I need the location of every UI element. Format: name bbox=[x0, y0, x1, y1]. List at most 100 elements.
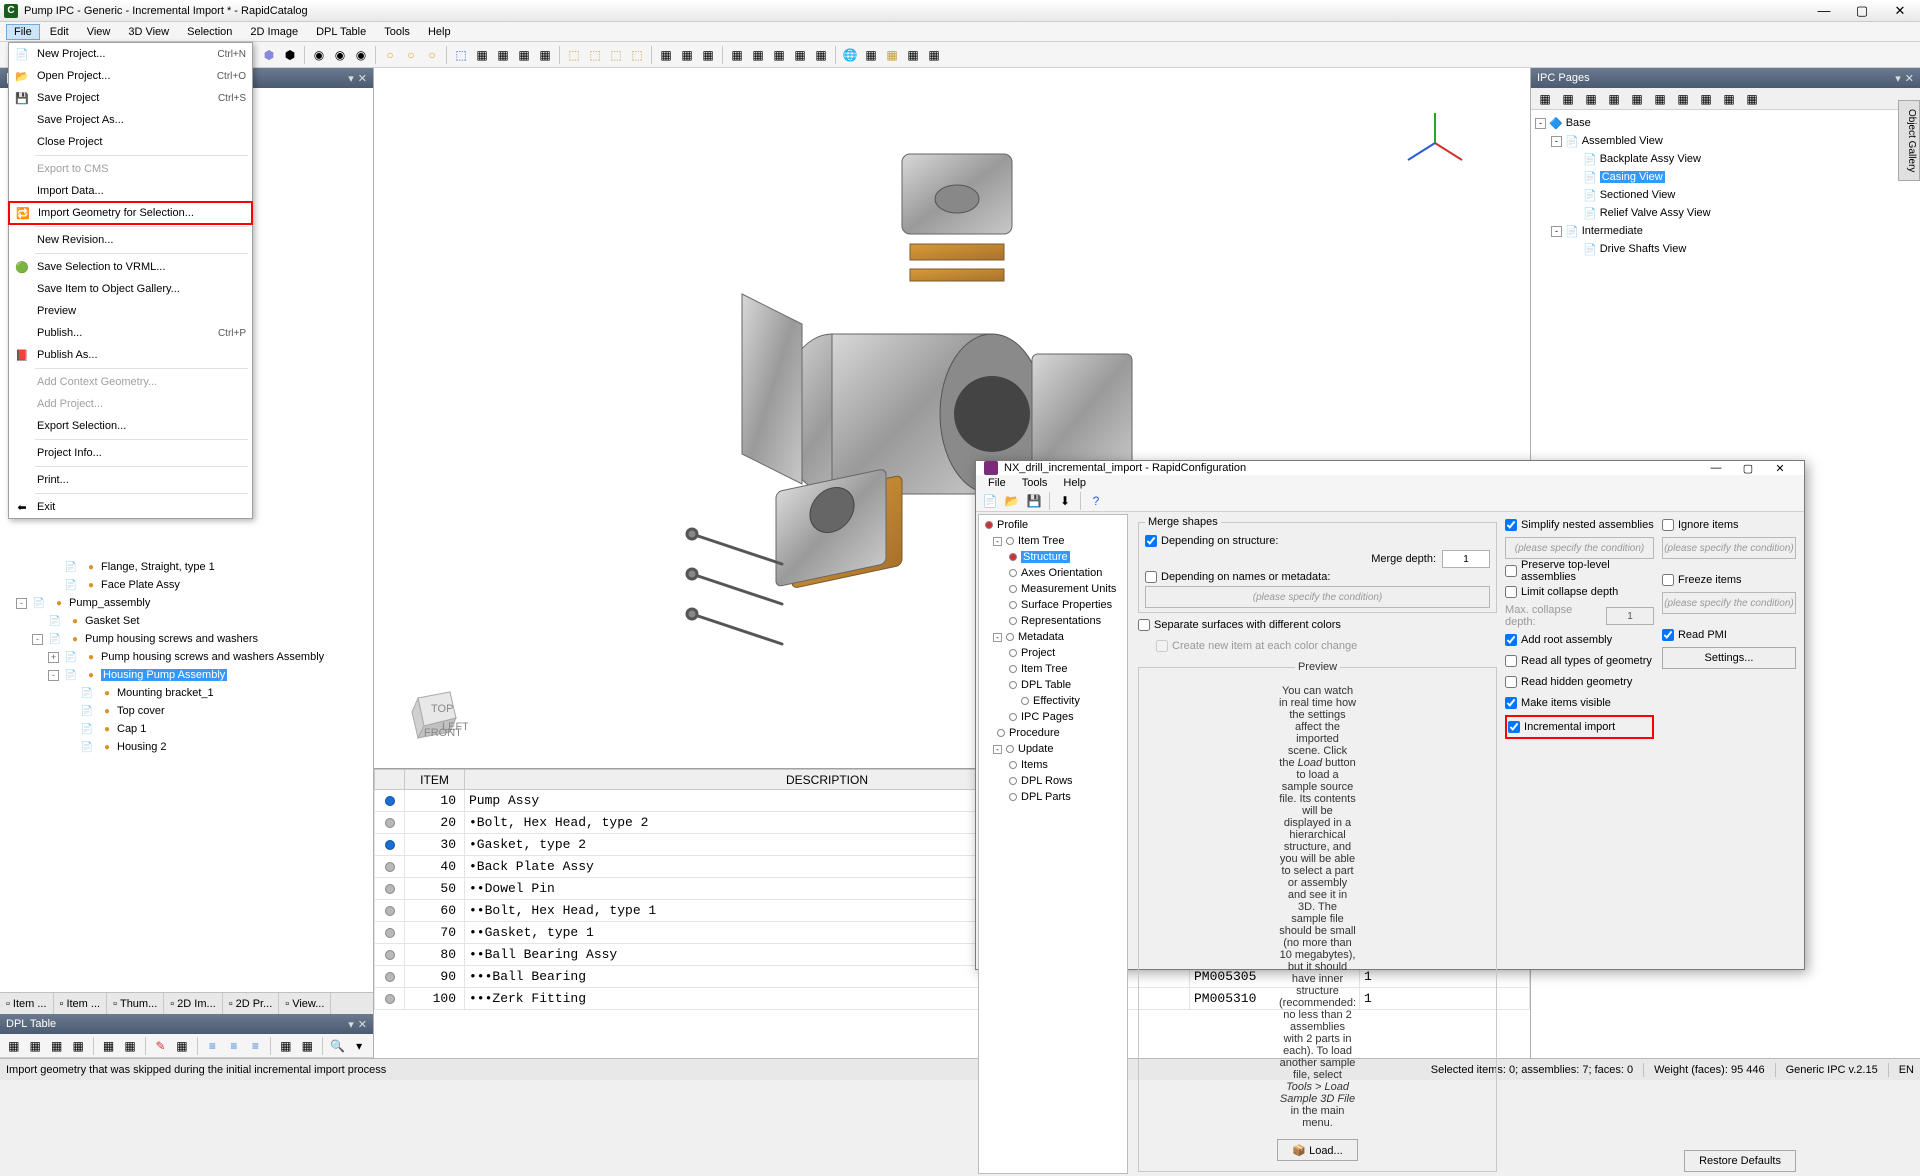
tree-item[interactable]: 📄●Face Plate Assy bbox=[0, 576, 373, 594]
select-icon[interactable]: ⬚ bbox=[451, 45, 471, 65]
menu-2d-image[interactable]: 2D Image bbox=[242, 24, 306, 40]
tree-item[interactable]: 📄●Top cover bbox=[0, 702, 373, 720]
left-tab[interactable]: ▫2D Pr... bbox=[223, 993, 280, 1014]
ipc-tool-icon[interactable]: ▦ bbox=[1558, 89, 1578, 109]
preserve-check[interactable]: Preserve top-level assemblies bbox=[1505, 562, 1654, 580]
panel-close-icon[interactable]: ✕ bbox=[358, 72, 367, 85]
dialog-close-button[interactable]: ✕ bbox=[1764, 462, 1796, 475]
pin-icon[interactable]: ▾ bbox=[348, 72, 354, 85]
profile-tree-item[interactable]: Axes Orientation bbox=[981, 565, 1125, 581]
pin-icon[interactable]: ▾ bbox=[348, 1018, 354, 1031]
file-menu-print[interactable]: Print... bbox=[9, 469, 252, 491]
menu-file[interactable]: File bbox=[6, 24, 40, 40]
ipc-tool-icon[interactable]: ▦ bbox=[1650, 89, 1670, 109]
tree-item[interactable]: 📄●Flange, Straight, type 1 bbox=[0, 558, 373, 576]
tree-item[interactable]: 📄●Cap 1 bbox=[0, 720, 373, 738]
file-menu-new-revision[interactable]: New Revision... bbox=[9, 229, 252, 251]
ipc-page-item[interactable]: 📄Backplate Assy View bbox=[1535, 150, 1916, 168]
left-tab[interactable]: ▫Thum... bbox=[107, 993, 164, 1014]
profile-tree-item[interactable]: Surface Properties bbox=[981, 597, 1125, 613]
profile-tree-item[interactable]: -Item Tree bbox=[981, 533, 1125, 549]
dialog-menu-file[interactable]: File bbox=[982, 475, 1012, 491]
tree-item[interactable]: 📄●Gasket Set bbox=[0, 612, 373, 630]
tree-item[interactable]: -📄●Housing Pump Assembly bbox=[0, 666, 373, 684]
menu-edit[interactable]: Edit bbox=[42, 24, 77, 40]
pin-icon[interactable]: ▾ bbox=[1895, 72, 1901, 85]
tool-icon[interactable]: ⬢ bbox=[259, 45, 279, 65]
profile-tree[interactable]: Profile-Item TreeStructureAxes Orientati… bbox=[978, 514, 1128, 1174]
depending-on-structure-check[interactable]: Depending on structure: bbox=[1145, 532, 1490, 550]
cube-icon[interactable]: ⬚ bbox=[606, 45, 626, 65]
tool-icon[interactable]: ◉ bbox=[330, 45, 350, 65]
dpl-header[interactable] bbox=[375, 770, 405, 790]
dpl-tool-icon[interactable]: ▦ bbox=[120, 1036, 139, 1056]
menu-help[interactable]: Help bbox=[420, 24, 459, 40]
cube-icon[interactable]: ⬚ bbox=[627, 45, 647, 65]
tool-icon[interactable]: ▦ bbox=[535, 45, 555, 65]
dpl-tool-icon[interactable]: ▾ bbox=[349, 1036, 368, 1056]
tool-icon[interactable]: ▦ bbox=[811, 45, 831, 65]
tool-icon[interactable]: ○ bbox=[401, 45, 421, 65]
read-hidden-check[interactable]: Read hidden geometry bbox=[1505, 673, 1654, 691]
tool-icon[interactable]: ○ bbox=[422, 45, 442, 65]
ipc-tool-icon[interactable]: ▦ bbox=[1581, 89, 1601, 109]
file-menu-publish-as[interactable]: 📕Publish As... bbox=[9, 344, 252, 366]
profile-tree-item[interactable]: -Update bbox=[981, 741, 1125, 757]
left-tab[interactable]: ▫Item ... bbox=[0, 993, 54, 1014]
read-pmi-check[interactable]: Read PMI bbox=[1662, 626, 1796, 644]
file-menu-save-project-as[interactable]: Save Project As... bbox=[9, 109, 252, 131]
file-menu-new-project[interactable]: 📄New Project...Ctrl+N bbox=[9, 43, 252, 65]
file-menu-import-geometry-for-selection[interactable]: 🔁Import Geometry for Selection... bbox=[8, 201, 253, 225]
dpl-tool-icon[interactable]: ✎ bbox=[151, 1036, 170, 1056]
tool-icon[interactable]: ◉ bbox=[309, 45, 329, 65]
file-menu-open-project[interactable]: 📂Open Project...Ctrl+O bbox=[9, 65, 252, 87]
profile-tree-item[interactable]: Structure bbox=[981, 549, 1125, 565]
ipc-tool-icon[interactable]: ▦ bbox=[1719, 89, 1739, 109]
minimize-button[interactable]: ― bbox=[1808, 3, 1840, 19]
profile-tree-item[interactable]: Measurement Units bbox=[981, 581, 1125, 597]
ipc-page-item[interactable]: 📄Casing View bbox=[1535, 168, 1916, 186]
depending-on-names-check[interactable]: Depending on names or metadata: bbox=[1145, 568, 1490, 586]
file-menu-save-selection-to-vrml[interactable]: 🟢Save Selection to VRML... bbox=[9, 256, 252, 278]
tool-icon[interactable]: ◉ bbox=[351, 45, 371, 65]
read-all-check[interactable]: Read all types of geometry bbox=[1505, 652, 1654, 670]
panel-close-icon[interactable]: ✕ bbox=[1905, 72, 1914, 85]
load-button[interactable]: 📦 Load... bbox=[1277, 1139, 1357, 1161]
tree-item[interactable]: -📄●Pump_assembly bbox=[0, 594, 373, 612]
file-menu-import-data[interactable]: Import Data... bbox=[9, 180, 252, 202]
dpl-tool-icon[interactable]: ▦ bbox=[99, 1036, 118, 1056]
ignore-items-check[interactable]: Ignore items bbox=[1662, 516, 1796, 534]
file-menu-exit[interactable]: ⬅Exit bbox=[9, 496, 252, 518]
make-visible-check[interactable]: Make items visible bbox=[1505, 694, 1654, 712]
close-button[interactable]: ✕ bbox=[1884, 3, 1916, 19]
dpl-tool-icon[interactable]: ▦ bbox=[47, 1036, 66, 1056]
left-tab[interactable]: ▫Item ... bbox=[54, 993, 108, 1014]
ipc-tool-icon[interactable]: ▦ bbox=[1742, 89, 1762, 109]
tree-item[interactable]: +📄●Pump housing screws and washers Assem… bbox=[0, 648, 373, 666]
dpl-tool-icon[interactable]: ▦ bbox=[172, 1036, 191, 1056]
condition-button[interactable]: (please specify the condition) bbox=[1662, 592, 1796, 614]
save-icon[interactable]: 💾 bbox=[1024, 491, 1044, 511]
tool-icon[interactable]: ▦ bbox=[790, 45, 810, 65]
tree-item[interactable]: -📄●Pump housing screws and washers bbox=[0, 630, 373, 648]
file-menu-preview[interactable]: Preview bbox=[9, 300, 252, 322]
ipc-page-item[interactable]: 📄Sectioned View bbox=[1535, 186, 1916, 204]
left-tab[interactable]: ▫View... bbox=[279, 993, 331, 1014]
dpl-tool-icon[interactable]: ▦ bbox=[68, 1036, 87, 1056]
tool-icon[interactable]: 🌐 bbox=[840, 45, 860, 65]
dpl-header[interactable]: ITEM bbox=[405, 770, 465, 790]
tree-item[interactable]: 📄●Mounting bracket_1 bbox=[0, 684, 373, 702]
dpl-tool-icon[interactable]: ≡ bbox=[224, 1036, 243, 1056]
profile-tree-item[interactable]: Item Tree bbox=[981, 661, 1125, 677]
profile-tree-item[interactable]: Profile bbox=[981, 517, 1125, 533]
zoom-icon[interactable]: 🔍 bbox=[328, 1036, 347, 1056]
tool-icon[interactable]: ▦ bbox=[748, 45, 768, 65]
tool-icon[interactable]: ▦ bbox=[903, 45, 923, 65]
file-menu-save-project[interactable]: 💾Save ProjectCtrl+S bbox=[9, 87, 252, 109]
tool-icon[interactable]: ○ bbox=[380, 45, 400, 65]
tool-icon[interactable]: ▦ bbox=[656, 45, 676, 65]
incremental-import-check[interactable]: Incremental import bbox=[1508, 718, 1651, 736]
object-gallery-tab[interactable]: Object Gallery bbox=[1898, 100, 1920, 181]
dpl-tool-icon[interactable]: ▦ bbox=[4, 1036, 23, 1056]
profile-tree-item[interactable]: DPL Parts bbox=[981, 789, 1125, 805]
